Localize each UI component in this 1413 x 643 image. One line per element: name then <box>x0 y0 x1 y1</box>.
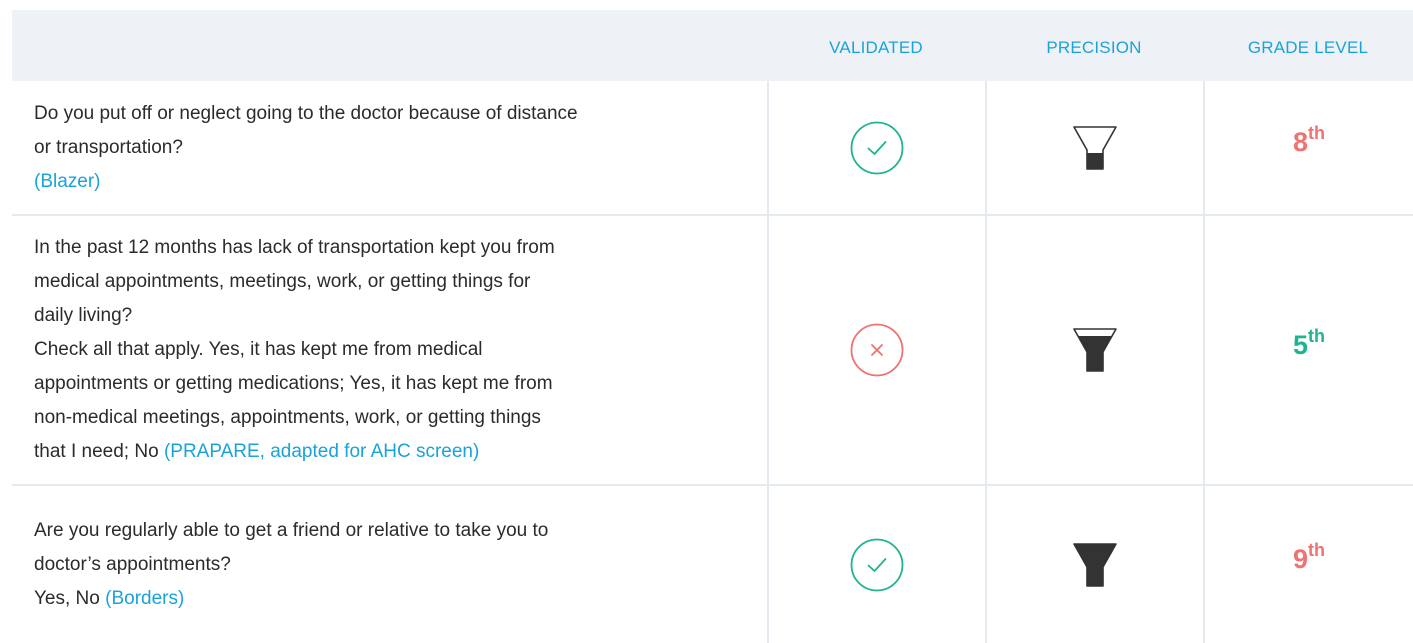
answer-options: that I need; No <box>34 441 159 462</box>
question-line: non-medical meetings, appointments, work… <box>34 407 541 428</box>
grade-cell-1: 8th <box>1203 81 1413 216</box>
validated-cell-2 <box>767 216 985 486</box>
question-cell-2: In the past 12 months has lack of transp… <box>12 216 767 486</box>
grade-cell-2: 5th <box>1203 216 1413 486</box>
check-circle-icon <box>850 538 904 591</box>
header-question-column <box>12 10 767 81</box>
question-cell-1: Do you put off or neglect going to the d… <box>12 81 767 216</box>
header-validated: VALIDATED <box>767 10 985 81</box>
question-line: Do you put off or neglect going to the d… <box>34 102 578 124</box>
question-cell-3: Are you regularly able to get a friend o… <box>12 486 767 643</box>
question-text: Do you put off or neglect going to the d… <box>34 97 578 199</box>
question-line: medical appointments, meetings, work, or… <box>34 271 531 292</box>
question-text: Are you regularly able to get a friend o… <box>34 514 548 616</box>
source-citation: (Blazer) <box>34 170 101 192</box>
header-grade-level: GRADE LEVEL <box>1203 10 1413 81</box>
question-text: In the past 12 months has lack of transp… <box>34 231 555 469</box>
header-grade-level-label: GRADE LEVEL <box>1247 37 1369 57</box>
question-line: doctor’s appointments? <box>34 553 231 575</box>
validated-cell-1 <box>767 81 985 216</box>
funnel-high-icon <box>1073 542 1117 587</box>
grade-level-value: 5th <box>1292 325 1326 360</box>
screening-questions-table: VALIDATED PRECISION GRADE LEVEL Do you p… <box>12 10 1413 643</box>
grade-level-value: 8th <box>1292 123 1326 157</box>
funnel-medium-icon <box>1073 328 1117 372</box>
validated-cell-3 <box>767 486 985 643</box>
header-precision: PRECISION <box>985 10 1203 81</box>
question-line: or transportation? <box>34 136 183 158</box>
check-circle-icon <box>850 121 904 174</box>
precision-cell-1 <box>985 81 1203 216</box>
question-line: In the past 12 months has lack of transp… <box>34 237 555 258</box>
precision-cell-2 <box>985 216 1203 486</box>
answer-options: Yes, No <box>34 587 100 609</box>
header-validated-label: VALIDATED <box>829 37 923 57</box>
question-line: daily living? <box>34 305 133 326</box>
grade-cell-3: 9th <box>1203 486 1413 643</box>
grade-level-value: 9th <box>1292 540 1326 574</box>
funnel-low-icon <box>1073 125 1117 170</box>
source-citation: (PRAPARE, adapted for AHC screen) <box>163 441 480 462</box>
source-citation: (Borders) <box>105 587 185 609</box>
question-line: appointments or getting medications; Yes… <box>34 373 553 394</box>
question-line: Check all that apply. Yes, it has kept m… <box>34 339 483 360</box>
header-precision-label: PRECISION <box>1046 37 1142 57</box>
x-circle-icon <box>850 323 904 377</box>
precision-cell-3 <box>985 486 1203 643</box>
question-line: Are you regularly able to get a friend o… <box>34 519 549 541</box>
